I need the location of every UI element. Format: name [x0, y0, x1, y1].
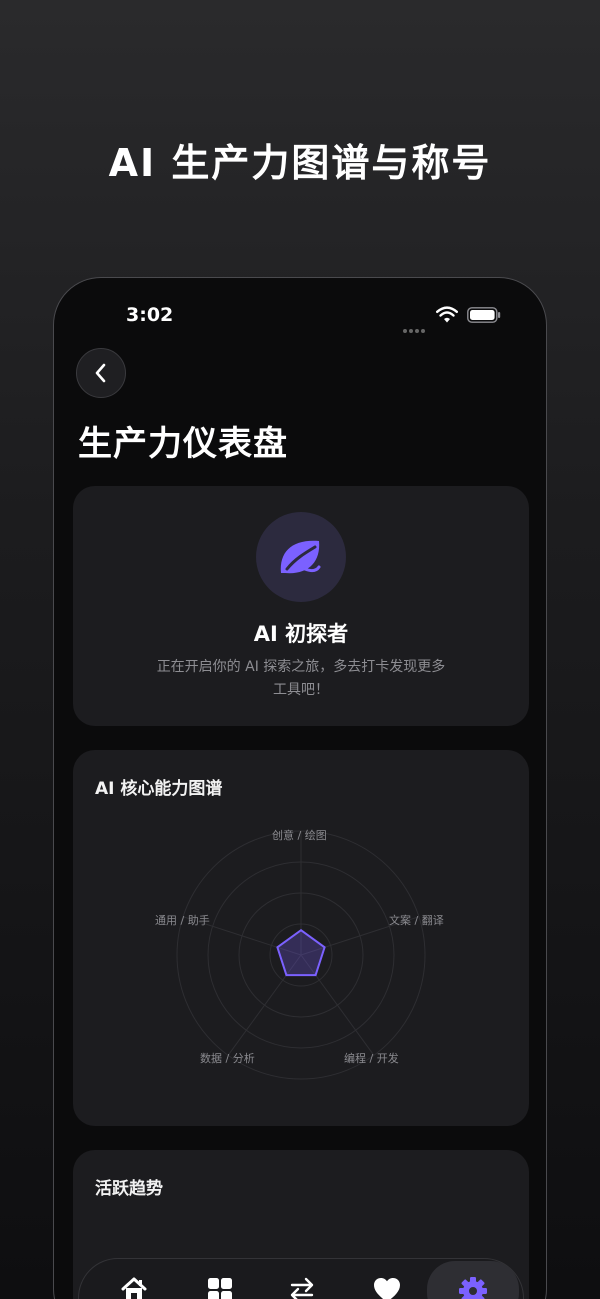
wifi-icon: [436, 306, 458, 323]
phone-frame: 3:02 生产力仪表盘 AI 初探者 正在开启你的 AI 探索之旅，多去打卡发现: [53, 277, 547, 1299]
radar-axis-label-2: 编程 / 开发: [344, 1052, 399, 1065]
tab-grid[interactable]: [177, 1267, 263, 1299]
radar-value-polygon: [276, 928, 326, 977]
tab-swap[interactable]: [259, 1267, 345, 1299]
trend-title: 活跃趋势: [95, 1179, 163, 1199]
radar-title: AI 核心能力图谱: [95, 779, 223, 799]
radar-axis-label-0: 创意 / 绘图: [272, 829, 327, 842]
radar-axis-label-3: 数据 / 分析: [200, 1052, 255, 1065]
bottom-tab-bar: [78, 1258, 524, 1299]
gear-icon: [459, 1277, 487, 1299]
tab-home[interactable]: [91, 1267, 177, 1299]
radar-card: AI 核心能力图谱 创意 / 绘图 文案 / 翻译 编程 / 开发 数据 / 分…: [73, 750, 529, 1126]
badge-avatar: [256, 512, 346, 602]
leaf-icon: [280, 540, 321, 574]
status-bar: 3:02: [54, 278, 546, 348]
battery-icon: [467, 307, 501, 323]
page-title: 生产力仪表盘: [78, 424, 288, 464]
chevron-left-icon: [95, 363, 106, 383]
radar-chart: [176, 830, 426, 1080]
tab-favorites[interactable]: [344, 1267, 430, 1299]
radar-axis-label-4: 通用 / 助手: [155, 914, 210, 927]
radar-axis-label-1: 文案 / 翻译: [389, 914, 444, 927]
grid-icon: [208, 1278, 232, 1299]
swap-icon: [290, 1277, 314, 1299]
status-time: 3:02: [126, 304, 174, 326]
hero-title: AI 生产力图谱与称号: [108, 141, 492, 185]
home-icon: [121, 1277, 147, 1299]
back-button[interactable]: [76, 348, 126, 398]
badge-description: 正在开启你的 AI 探索之旅，多去打卡发现更多工具吧！: [156, 659, 446, 698]
signal-icon: [403, 318, 429, 333]
tab-settings[interactable]: [427, 1261, 519, 1299]
badge-name: AI 初探者: [253, 622, 349, 646]
title-badge-card: AI 初探者 正在开启你的 AI 探索之旅，多去打卡发现更多工具吧！: [73, 486, 529, 726]
heart-icon: [374, 1278, 400, 1299]
